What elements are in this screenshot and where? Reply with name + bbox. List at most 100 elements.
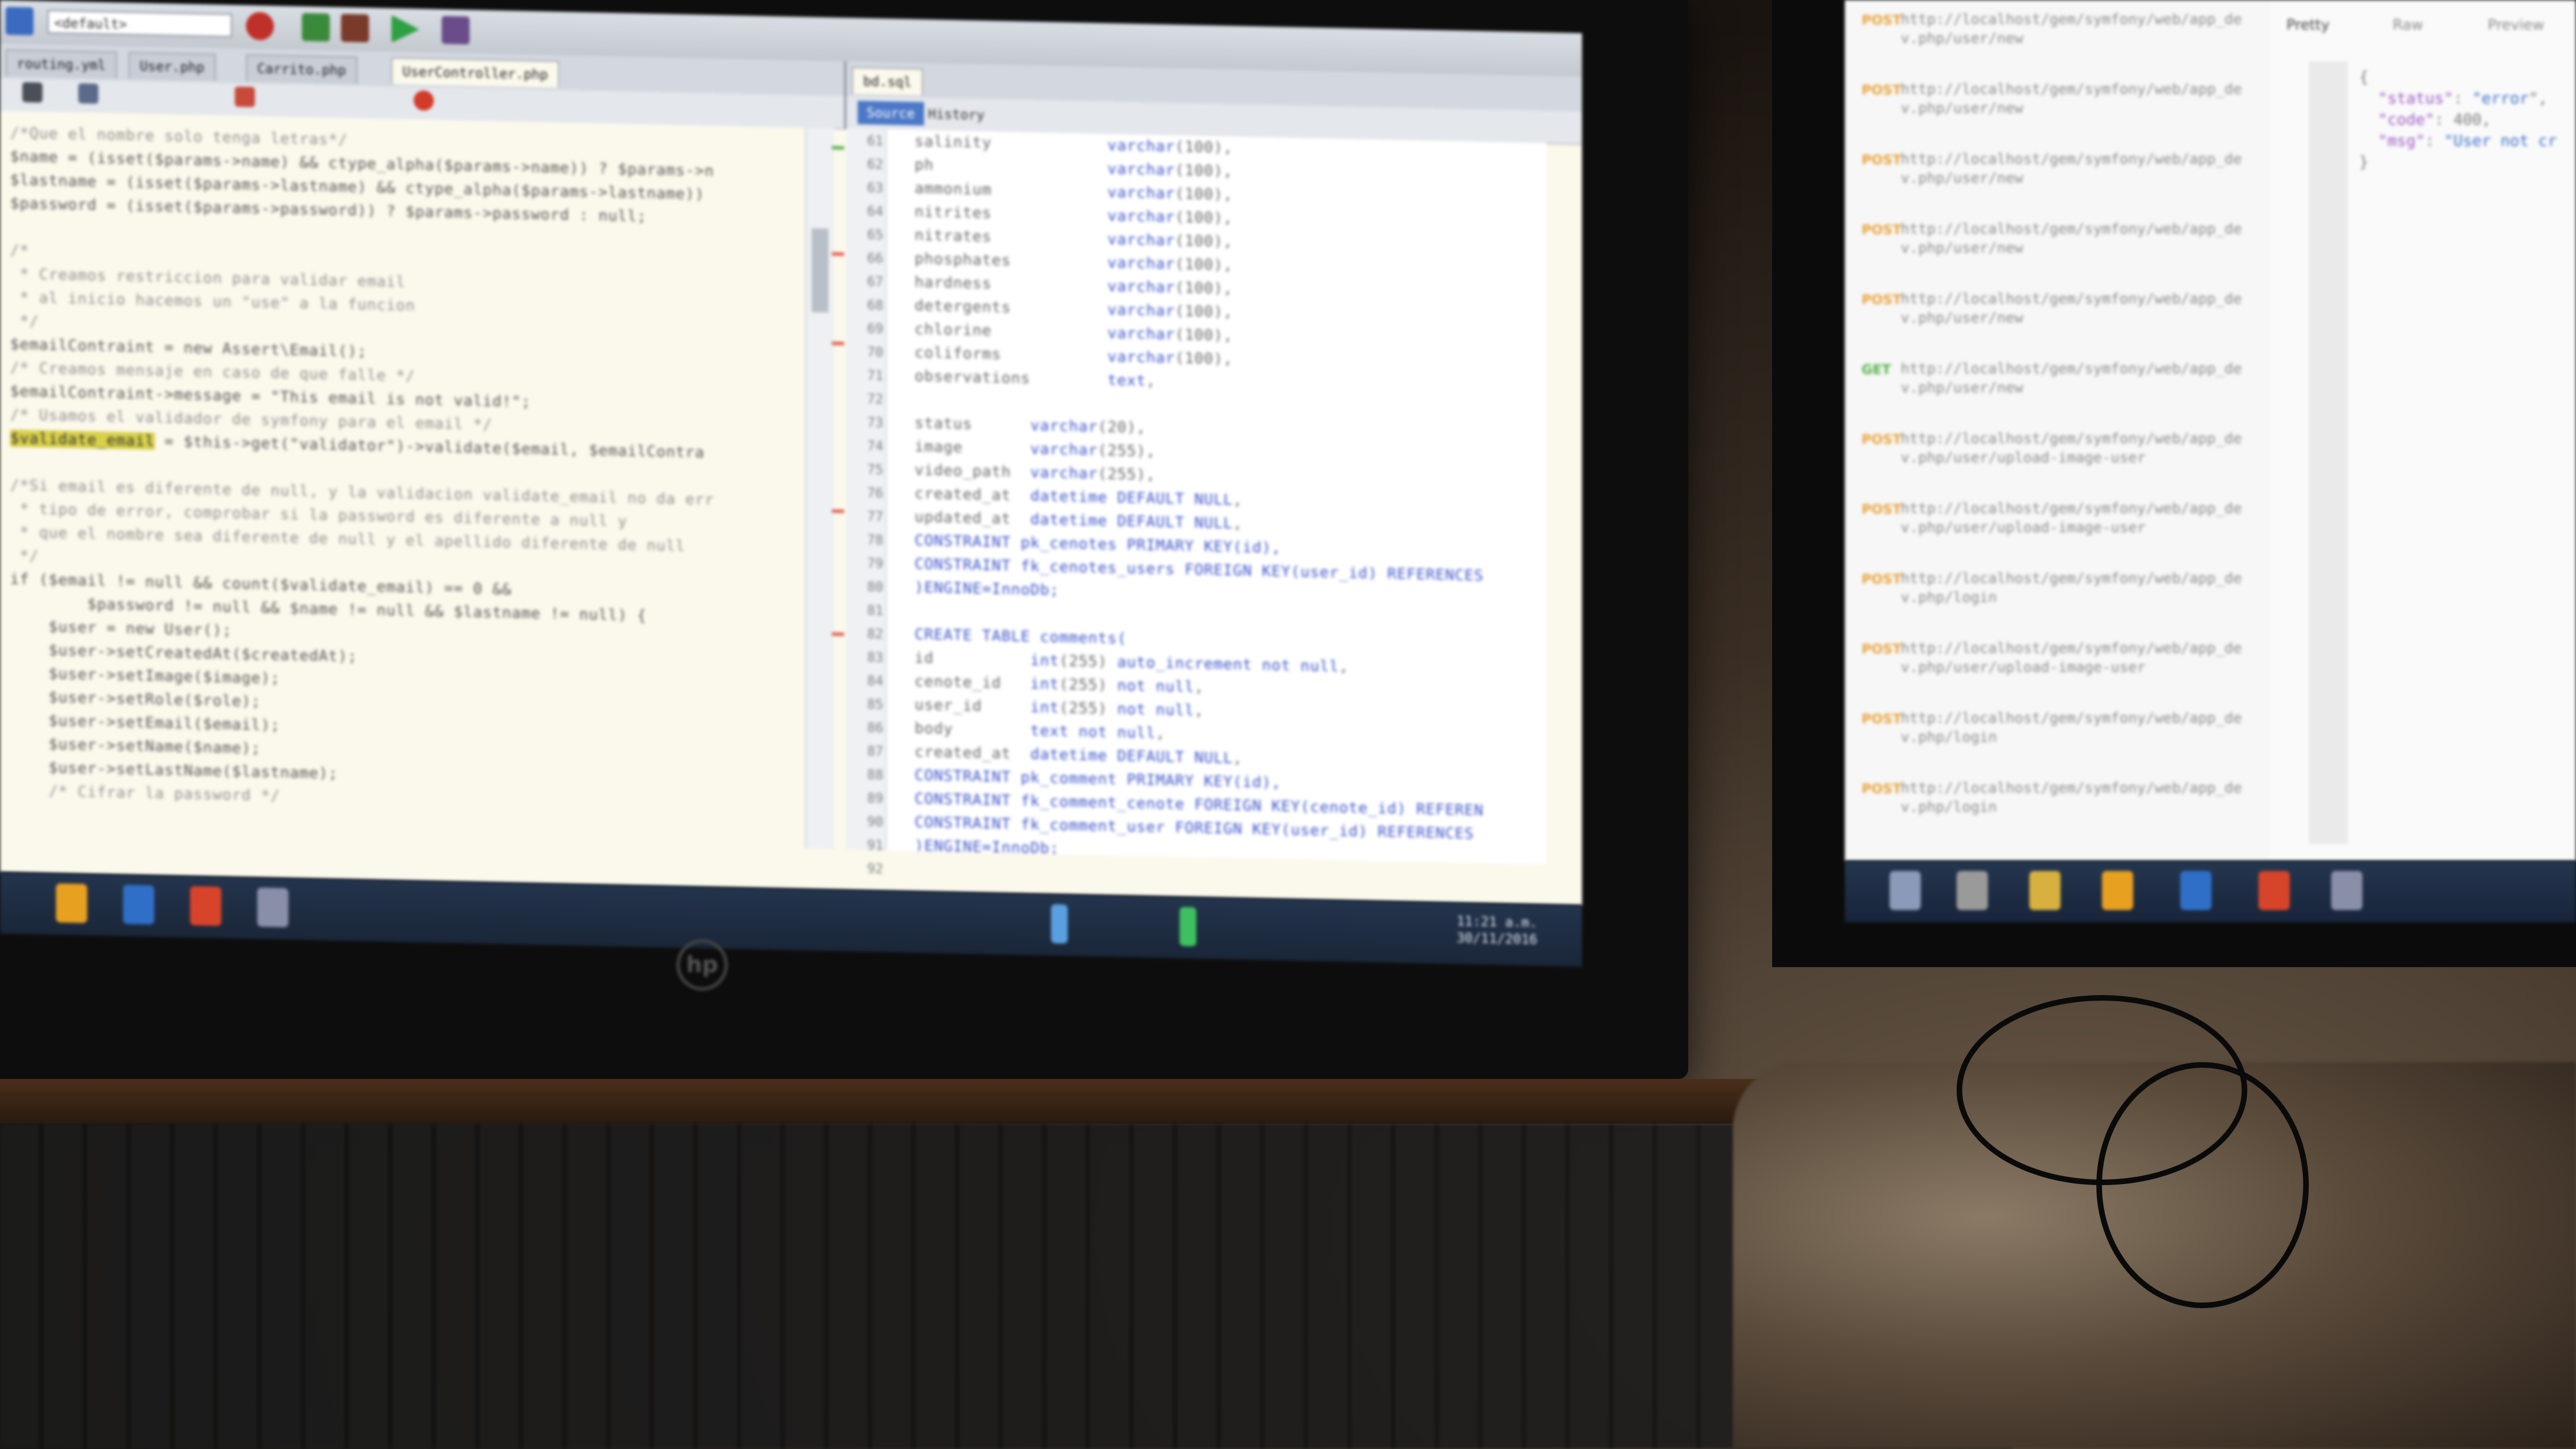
tab-usercontroller[interactable]: UserController.php: [391, 57, 560, 88]
tab-bd-sql[interactable]: bd.sql: [852, 67, 923, 96]
request-method: POST: [1862, 82, 1902, 98]
line-number: 61: [867, 132, 883, 149]
php-code-line: /* Cifrar la password */: [10, 782, 281, 805]
build-icon[interactable]: [302, 13, 330, 42]
request-method: POST: [1862, 711, 1902, 727]
keyboard: [0, 1124, 2012, 1449]
request-item[interactable]: POST http://localhost/gem/symfony/web/app…: [1862, 215, 2253, 277]
toggle-bookmark-icon[interactable]: [235, 86, 255, 107]
line-number: 74: [867, 438, 883, 454]
request-url: http://localhost/gem/symfony/web/app_dev…: [1901, 81, 2242, 117]
php-code-area[interactable]: /*Que el nombre solo tenga letras*/$name…: [0, 111, 805, 849]
taskbar-app-icon[interactable]: [1890, 871, 1921, 910]
tab-preview[interactable]: Preview: [2488, 17, 2544, 34]
request-method: POST: [1862, 12, 1902, 28]
clean-build-icon[interactable]: [341, 13, 369, 42]
request-item[interactable]: POST http://localhost/gem/symfony/web/app…: [1862, 145, 2253, 207]
request-item[interactable]: POST http://localhost/gem/symfony/web/app…: [1862, 285, 2253, 347]
request-item[interactable]: POST http://localhost/gem/symfony/web/app…: [1862, 425, 2253, 486]
line-number: 77: [867, 508, 883, 525]
error-stripe-marker[interactable]: [832, 342, 844, 345]
request-item[interactable]: POST http://localhost/gem/symfony/web/app…: [1862, 6, 2253, 67]
line-number: 88: [867, 766, 883, 783]
request-method: POST: [1862, 781, 1902, 797]
debug-icon[interactable]: [442, 16, 470, 45]
request-item[interactable]: POST http://localhost/gem/symfony/web/app…: [1862, 704, 2253, 766]
netbeans-icon[interactable]: [123, 884, 154, 925]
taskbar-clock[interactable]: 11:21 a.m. 30/11/2016: [1457, 913, 1538, 948]
request-url: http://localhost/gem/symfony/web/app_dev…: [1901, 780, 2242, 816]
sql-code-line: )ENGINE=InnoDb;: [915, 837, 1059, 858]
search-icon[interactable]: [78, 83, 98, 104]
request-item[interactable]: POST http://localhost/gem/symfony/web/app…: [1862, 634, 2253, 696]
request-url: http://localhost/gem/symfony/web/app_dev…: [1901, 361, 2242, 396]
request-url: http://localhost/gem/symfony/web/app_dev…: [1901, 640, 2242, 676]
tray-icon[interactable]: [1180, 907, 1196, 946]
php-code-line: /*: [10, 242, 30, 260]
tab-pretty[interactable]: Pretty: [2286, 17, 2329, 34]
json-line: "msg": "User not cr: [2378, 131, 2558, 150]
right-taskbar: [1845, 861, 2576, 922]
history-tab[interactable]: History: [919, 102, 993, 127]
error-stripe-marker[interactable]: [832, 252, 844, 256]
explorer-icon[interactable]: [2331, 871, 2362, 910]
tab-raw[interactable]: Raw: [2393, 17, 2423, 34]
php-code-line: */: [10, 547, 39, 565]
request-method: POST: [1862, 501, 1902, 517]
desk-edge: [0, 1079, 1901, 1124]
clock-time: 11:21 a.m.: [1456, 913, 1538, 931]
second-monitor-screen: POST http://localhost/gem/symfony/web/app…: [1845, 0, 2576, 861]
request-item[interactable]: GET http://localhost/gem/symfony/web/app_…: [1862, 355, 2253, 416]
line-number: 66: [867, 250, 883, 267]
sql-code-line: observations text,: [915, 367, 1156, 390]
record-macro-icon[interactable]: [414, 90, 434, 111]
line-number: 76: [867, 485, 883, 501]
tray-icon[interactable]: [1051, 904, 1068, 944]
firefox-icon[interactable]: [190, 886, 221, 926]
sql-code-area[interactable]: salinity varchar(100), ph varchar(100), am…: [887, 129, 1546, 864]
php-scrollbar[interactable]: [805, 127, 834, 850]
request-url: http://localhost/gem/symfony/web/app_dev…: [1901, 11, 2242, 47]
request-url: http://localhost/gem/symfony/web/app_dev…: [1901, 570, 2242, 606]
tab-routing[interactable]: routing.yml: [6, 49, 117, 79]
request-item[interactable]: POST http://localhost/gem/symfony/web/app…: [1862, 495, 2253, 556]
run-icon[interactable]: [391, 15, 419, 44]
request-method: POST: [1862, 432, 1902, 447]
line-number: 92: [867, 860, 883, 877]
response-tabs: Pretty Raw Preview: [2281, 11, 2576, 45]
line-number: 68: [867, 297, 883, 314]
laptop-screen: <default> routing.yml User.php Carrito.p…: [0, 0, 1582, 906]
request-item[interactable]: POST http://localhost/gem/symfony/web/app…: [1862, 565, 2253, 626]
line-number: 65: [867, 226, 883, 243]
taskbar-app-icon[interactable]: [1957, 871, 1988, 910]
request-method: POST: [1862, 641, 1902, 657]
error-stripe-marker[interactable]: [832, 146, 844, 150]
clock-date: 30/11/2016: [1456, 930, 1538, 948]
php-scroll-thumb[interactable]: [812, 228, 828, 313]
netbeans-icon[interactable]: [2180, 871, 2212, 910]
line-number: 85: [867, 696, 883, 713]
back-icon[interactable]: [22, 82, 42, 103]
highlighted-token: $validate_email: [10, 429, 155, 450]
config-combo[interactable]: <default>: [48, 10, 232, 37]
explorer-icon[interactable]: [257, 887, 288, 927]
request-url: http://localhost/gem/symfony/web/app_dev…: [1901, 430, 2242, 466]
folder-icon[interactable]: [2029, 871, 2061, 910]
request-item[interactable]: POST http://localhost/gem/symfony/web/app…: [1862, 774, 2253, 836]
tab-user[interactable]: User.php: [129, 51, 216, 81]
php-code-line: $user->setRole($role);: [10, 688, 261, 711]
project-icon[interactable]: [6, 7, 34, 36]
browser-icon[interactable]: [246, 12, 274, 41]
error-stripe-marker[interactable]: [832, 509, 844, 513]
chrome-icon[interactable]: [56, 883, 87, 924]
request-history-list: POST http://localhost/gem/symfony/web/app…: [1845, 0, 2272, 861]
request-url: http://localhost/gem/symfony/web/app_dev…: [1901, 291, 2242, 326]
chrome-icon[interactable]: [2102, 871, 2133, 910]
tab-carrito[interactable]: Carrito.php: [246, 54, 357, 84]
source-tab[interactable]: Source: [858, 101, 924, 126]
request-method: POST: [1862, 571, 1902, 587]
request-item[interactable]: POST http://localhost/gem/symfony/web/app…: [1862, 75, 2253, 137]
line-number: 73: [867, 414, 883, 431]
error-stripe-marker[interactable]: [832, 632, 844, 636]
firefox-icon[interactable]: [2258, 871, 2290, 910]
